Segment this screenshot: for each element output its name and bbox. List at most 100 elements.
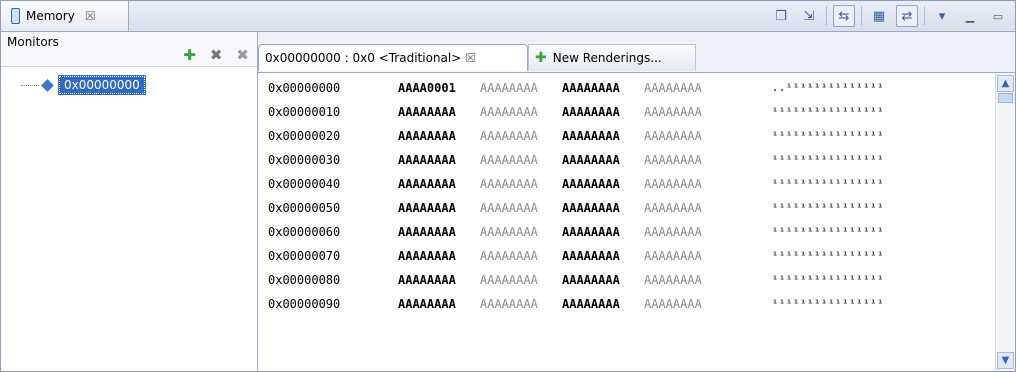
- memory-word[interactable]: AAAAAAAA: [644, 249, 726, 263]
- memory-word[interactable]: AAAAAAAA: [398, 249, 480, 263]
- row-address: 0x00000060: [268, 225, 341, 239]
- toggle-split-pane-icon[interactable]: ▦: [868, 5, 890, 27]
- table-row[interactable]: 0x00000030 AAAAAAAA AAAAAAAA AAAAAAAA AAAAAA…: [268, 149, 884, 171]
- memory-word[interactable]: AAAAAAAA: [644, 273, 726, 287]
- memory-word[interactable]: AAAAAAAA: [480, 225, 562, 239]
- minimize-icon[interactable]: ▁: [959, 5, 981, 27]
- row-address: 0x00000040: [268, 177, 341, 191]
- table-row[interactable]: 0x00000040 AAAAAAAA AAAAAAAA AAAAAAAA AAAAAA…: [268, 173, 884, 195]
- monitor-tree-item[interactable]: 0x00000000: [21, 75, 146, 95]
- memory-word[interactable]: AAAAAAAA: [480, 105, 562, 119]
- memory-word[interactable]: AAAAAAAA: [562, 81, 644, 95]
- ascii-column[interactable]: ¹¹¹¹¹¹¹¹¹¹¹¹¹¹¹¹: [772, 179, 884, 190]
- memory-view-tab[interactable]: Memory ☒: [1, 1, 129, 31]
- memory-word[interactable]: AAAAAAAA: [398, 153, 480, 167]
- memory-word[interactable]: AAAAAAAA: [562, 273, 644, 287]
- row-address: 0x00000030: [268, 153, 341, 167]
- renderings-pane: 0x00000000 : 0x0 <Traditional> ☒ ✚ New R…: [258, 32, 1015, 371]
- memory-word[interactable]: AAAAAAAA: [562, 249, 644, 263]
- memory-word[interactable]: AAAAAAAA: [562, 105, 644, 119]
- scroll-up-icon[interactable]: ▲: [997, 75, 1014, 92]
- memory-word[interactable]: AAAAAAAA: [480, 129, 562, 143]
- memory-word[interactable]: AAAAAAAA: [398, 201, 480, 215]
- memory-word[interactable]: AAAAAAAA: [644, 297, 726, 311]
- monitor-address[interactable]: 0x00000000: [58, 75, 146, 95]
- close-icon[interactable]: ☒: [465, 51, 476, 65]
- table-row[interactable]: 0x00000010 AAAAAAAA AAAAAAAA AAAAAAAA AAAAAA…: [268, 101, 884, 123]
- ascii-column[interactable]: ¹¹¹¹¹¹¹¹¹¹¹¹¹¹¹¹: [772, 131, 884, 142]
- table-row[interactable]: 0x00000090 AAAAAAAA AAAAAAAA AAAAAAAA AAAAAA…: [268, 293, 884, 315]
- close-icon[interactable]: ☒: [85, 9, 96, 23]
- tree-connector: [21, 84, 39, 86]
- memory-word[interactable]: AAAAAAAA: [644, 105, 726, 119]
- memory-table[interactable]: 0x00000000 AAAA0001 AAAAAAAA AAAAAAAA AAAAAA…: [258, 73, 993, 371]
- memory-word[interactable]: AAAAAAAA: [480, 177, 562, 191]
- memory-word[interactable]: AAAAAAAA: [480, 153, 562, 167]
- memory-word[interactable]: AAAAAAAA: [562, 153, 644, 167]
- memory-word[interactable]: AAAAAAAA: [480, 81, 562, 95]
- add-monitor-icon[interactable]: ✚: [183, 46, 196, 64]
- ascii-column[interactable]: ¹¹¹¹¹¹¹¹¹¹¹¹¹¹¹¹: [772, 251, 884, 262]
- memory-word[interactable]: AAAAAAAA: [480, 273, 562, 287]
- scroll-down-icon[interactable]: ▼: [997, 352, 1014, 369]
- memory-icon: [11, 8, 20, 24]
- memory-word[interactable]: AAAAAAAA: [562, 297, 644, 311]
- memory-word[interactable]: AAAAAAAA: [644, 129, 726, 143]
- memory-word[interactable]: AAAAAAAA: [562, 225, 644, 239]
- ascii-column[interactable]: ¹¹¹¹¹¹¹¹¹¹¹¹¹¹¹¹: [772, 299, 884, 310]
- row-address: 0x00000010: [268, 105, 341, 119]
- maximize-icon[interactable]: ▭: [987, 5, 1009, 27]
- toggle-memory-monitors-icon[interactable]: ⇆: [833, 5, 855, 27]
- memory-word[interactable]: AAAAAAAA: [480, 297, 562, 311]
- scroll-thumb[interactable]: [998, 93, 1013, 103]
- memory-word[interactable]: AAAAAAAA: [562, 201, 644, 215]
- table-row[interactable]: 0x00000000 AAAA0001 AAAAAAAA AAAAAAAA AAAAAA…: [268, 77, 884, 99]
- tab-new-renderings[interactable]: ✚ New Renderings...: [528, 44, 696, 71]
- table-row[interactable]: 0x00000080 AAAAAAAA AAAAAAAA AAAAAAAA AAAAAA…: [268, 269, 884, 291]
- switch-pane-icon[interactable]: ⇄: [896, 5, 918, 27]
- view-menu-icon[interactable]: ▾: [931, 5, 953, 27]
- memory-word[interactable]: AAAAAAAA: [644, 177, 726, 191]
- ascii-column[interactable]: ¹¹¹¹¹¹¹¹¹¹¹¹¹¹¹¹: [772, 275, 884, 286]
- ascii-column[interactable]: ¹¹¹¹¹¹¹¹¹¹¹¹¹¹¹¹: [772, 227, 884, 238]
- remove-monitor-icon[interactable]: ✖: [210, 46, 223, 64]
- memory-word[interactable]: AAAAAAAA: [398, 177, 480, 191]
- tab-traditional-rendering[interactable]: 0x00000000 : 0x0 <Traditional> ☒: [258, 44, 528, 71]
- row-address: 0x00000000: [268, 81, 341, 95]
- memory-word[interactable]: AAAAAAAA: [398, 129, 480, 143]
- table-row[interactable]: 0x00000050 AAAAAAAA AAAAAAAA AAAAAAAA AAAAAA…: [268, 197, 884, 219]
- view-title: Memory: [26, 9, 75, 23]
- row-address: 0x00000050: [268, 201, 341, 215]
- memory-word[interactable]: AAAAAAAA: [480, 201, 562, 215]
- monitors-label: Monitors: [7, 35, 59, 49]
- row-address: 0x00000020: [268, 129, 341, 143]
- vertical-scrollbar[interactable]: ▲ ▼: [995, 73, 1015, 371]
- memory-word[interactable]: AAAAAAAA: [644, 225, 726, 239]
- memory-word[interactable]: AAAA0001: [398, 81, 480, 95]
- link-icon[interactable]: ⇲: [798, 5, 820, 27]
- new-window-icon[interactable]: ❐: [770, 5, 792, 27]
- table-row[interactable]: 0x00000020 AAAAAAAA AAAAAAAA AAAAAAAA AAAAAA…: [268, 125, 884, 147]
- memory-word[interactable]: AAAAAAAA: [644, 153, 726, 167]
- ascii-column[interactable]: ..¹¹¹¹¹¹¹¹¹¹¹¹¹¹: [772, 83, 884, 94]
- memory-word[interactable]: AAAAAAAA: [398, 273, 480, 287]
- memory-word[interactable]: AAAAAAAA: [398, 297, 480, 311]
- monitors-actions: ✚ ✖ ✖: [183, 46, 249, 64]
- row-address: 0x00000090: [268, 297, 341, 311]
- memory-word[interactable]: AAAAAAAA: [480, 249, 562, 263]
- table-row[interactable]: 0x00000060 AAAAAAAA AAAAAAAA AAAAAAAA AAAAAA…: [268, 221, 884, 243]
- memory-word[interactable]: AAAAAAAA: [644, 201, 726, 215]
- memory-word[interactable]: AAAAAAAA: [562, 129, 644, 143]
- memory-word[interactable]: AAAAAAAA: [644, 81, 726, 95]
- ascii-column[interactable]: ¹¹¹¹¹¹¹¹¹¹¹¹¹¹¹¹: [772, 155, 884, 166]
- ascii-column[interactable]: ¹¹¹¹¹¹¹¹¹¹¹¹¹¹¹¹: [772, 107, 884, 118]
- memory-word[interactable]: AAAAAAAA: [398, 225, 480, 239]
- memory-word[interactable]: AAAAAAAA: [398, 105, 480, 119]
- row-address: 0x00000070: [268, 249, 341, 263]
- memory-word[interactable]: AAAAAAAA: [562, 177, 644, 191]
- memory-view: Memory ☒ ❐ ⇲ ⇆ ▦ ⇄ ▾ ▁ ▭ Monitors ✚ ✖ ✖: [0, 0, 1016, 372]
- ascii-column[interactable]: ¹¹¹¹¹¹¹¹¹¹¹¹¹¹¹¹: [772, 203, 884, 214]
- toolbar-separator: [924, 6, 925, 26]
- table-row[interactable]: 0x00000070 AAAAAAAA AAAAAAAA AAAAAAAA AAAAAA…: [268, 245, 884, 267]
- remove-all-monitors-icon[interactable]: ✖: [236, 46, 249, 64]
